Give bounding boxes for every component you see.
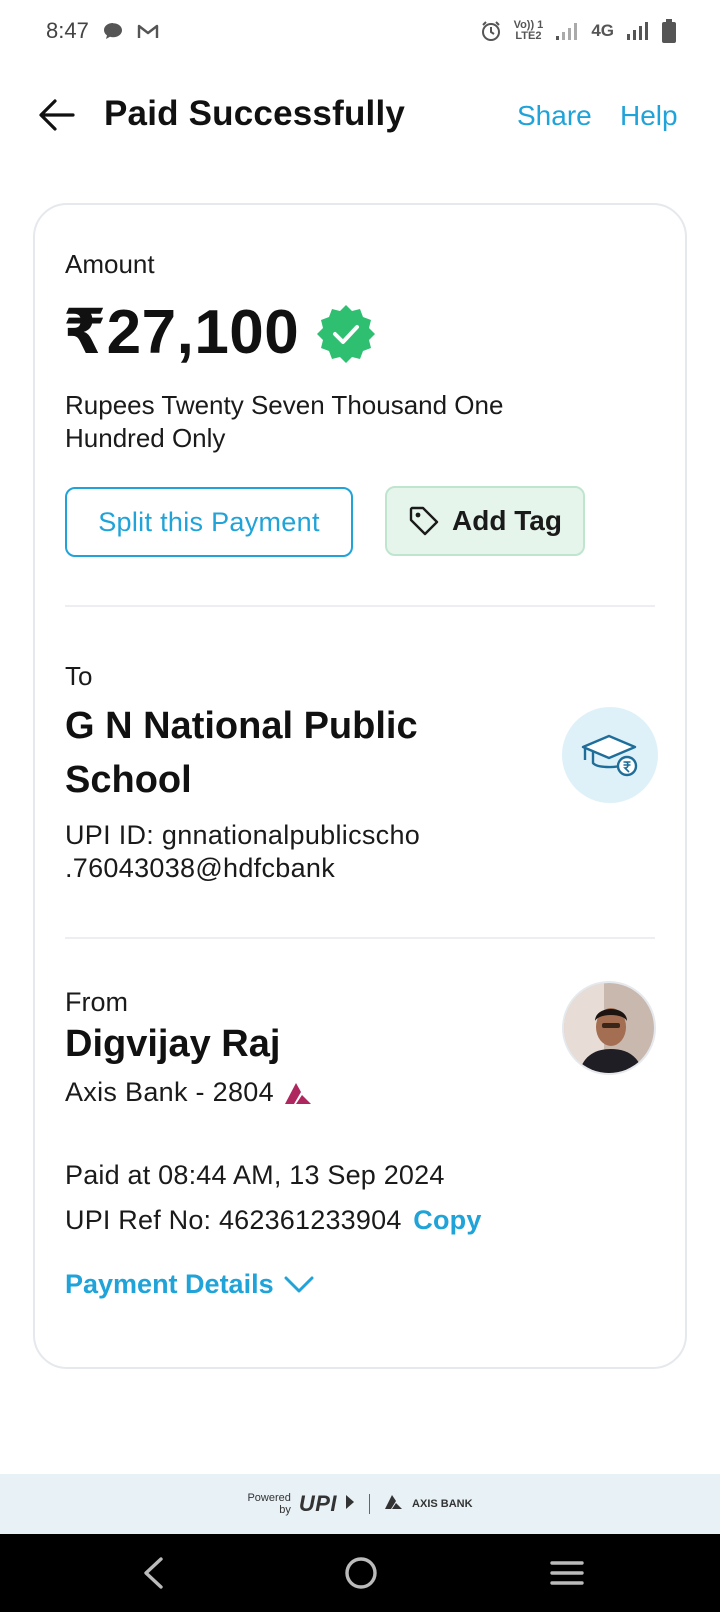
status-left: 8:47 — [46, 18, 159, 44]
nav-recents-button[interactable] — [542, 1548, 592, 1598]
amount-in-words: Rupees Twenty Seven Thousand One Hundred… — [65, 390, 504, 453]
gmail-icon — [137, 23, 159, 39]
upi-ref-row: UPI Ref No: 462361233904 Copy — [65, 1205, 482, 1236]
arrow-left-icon — [39, 99, 75, 131]
from-label: From — [65, 987, 128, 1017]
battery-icon — [662, 19, 676, 43]
tag-icon — [409, 506, 439, 536]
sender-avatar — [562, 981, 656, 1075]
network-type: 4G — [591, 21, 614, 40]
recipient-avatar — [562, 707, 658, 803]
signal-icon — [555, 21, 579, 41]
system-nav-bar — [0, 1534, 720, 1612]
lte-text: LTE2 — [515, 30, 542, 42]
payment-receipt-card: Amount ₹27,100 Rupees Twenty Seven Thous… — [33, 203, 687, 1369]
divider — [65, 937, 655, 939]
upi-logo: UPI — [298, 1491, 338, 1516]
payment-details-label: Payment Details — [65, 1269, 274, 1299]
axis-bank-footer-logo-icon — [384, 1494, 404, 1515]
nav-back-icon — [144, 1557, 163, 1589]
add-tag-button[interactable]: Add Tag — [385, 486, 585, 556]
upi-arrow-icon — [345, 1494, 355, 1515]
recipient-upi-id: UPI ID: gnnationalpublicscho .76043038@h… — [65, 820, 421, 883]
sender-bank: Axis Bank - 2804 — [65, 1077, 312, 1108]
chat-bubble-icon — [103, 22, 123, 40]
top-app-bar: Paid Successfully Share Help — [0, 78, 720, 156]
powered-by-footer: Powered by UPI AXIS BANK — [0, 1474, 720, 1534]
verified-badge-icon — [315, 303, 377, 365]
nav-back-button[interactable] — [128, 1548, 178, 1598]
alarm-icon — [480, 20, 502, 42]
axis-bank-footer-text: AXIS BANK — [412, 1498, 473, 1510]
by-text: by — [279, 1504, 291, 1516]
footer-separator — [369, 1494, 371, 1514]
payment-details-toggle[interactable]: Payment Details — [65, 1269, 314, 1300]
page-title: Paid Successfully — [104, 94, 406, 133]
upi-ref-number: UPI Ref No: 462361233904 — [65, 1205, 402, 1235]
volte-label: Vo)) 1 LTE2 — [514, 20, 544, 42]
amount-value: ₹27,100 — [63, 298, 300, 367]
status-time: 8:47 — [46, 18, 89, 43]
sender-bank-account: Axis Bank - 2804 — [65, 1077, 274, 1107]
back-button[interactable] — [36, 94, 78, 136]
to-label: To — [65, 661, 93, 691]
amount-label: Amount — [65, 249, 155, 279]
nav-home-icon — [345, 1557, 377, 1589]
sender-name: Digvijay Raj — [65, 1023, 281, 1065]
signal-icon-2 — [626, 21, 650, 41]
status-bar: 8:47 Vo)) 1 LTE2 4G — [0, 0, 720, 62]
graduation-cap-rupee-icon — [581, 734, 638, 777]
add-tag-label: Add Tag — [452, 505, 562, 536]
nav-menu-icon — [550, 1561, 584, 1585]
nav-home-button[interactable] — [336, 1548, 386, 1598]
status-right: Vo)) 1 LTE2 4G — [480, 19, 676, 43]
chevron-down-icon — [284, 1276, 314, 1292]
share-button[interactable]: Share — [517, 100, 592, 132]
axis-bank-logo-icon — [284, 1082, 311, 1104]
divider — [65, 605, 655, 607]
split-payment-button[interactable]: Split this Payment — [65, 487, 353, 557]
powered-text: Powered — [247, 1492, 291, 1504]
payment-timestamp: Paid at 08:44 AM, 13 Sep 2024 — [65, 1160, 445, 1190]
copy-ref-button[interactable]: Copy — [413, 1205, 481, 1235]
help-button[interactable]: Help — [620, 100, 678, 132]
powered-by-label: Powered by — [247, 1492, 290, 1516]
recipient-name: G N National Public School — [65, 705, 418, 801]
